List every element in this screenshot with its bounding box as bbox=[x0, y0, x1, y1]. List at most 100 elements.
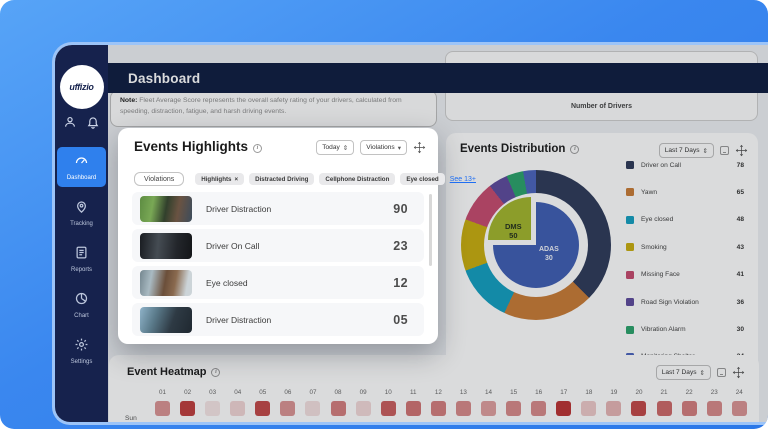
legend-item[interactable]: Smoking43 bbox=[626, 243, 744, 251]
sidebar-item-chart[interactable]: Chart bbox=[57, 285, 106, 325]
scrollbar[interactable] bbox=[429, 194, 432, 266]
heatmap-column: 22 bbox=[682, 389, 697, 416]
heatmap-column: 13 bbox=[456, 389, 471, 416]
heatmap-column: 12 bbox=[431, 389, 446, 416]
move-icon[interactable] bbox=[732, 366, 745, 379]
close-icon[interactable]: × bbox=[234, 176, 238, 183]
highlights-period-value: Today bbox=[322, 144, 340, 151]
gear-icon bbox=[74, 337, 89, 357]
heatmap-column: 24 bbox=[732, 389, 747, 416]
info-icon[interactable] bbox=[211, 368, 220, 377]
heatmap-cell bbox=[732, 401, 747, 416]
heatmap-cell bbox=[506, 401, 521, 416]
heatmap-column-label: 20 bbox=[635, 389, 642, 396]
heatmap-column: 09 bbox=[356, 389, 371, 416]
distribution-period-select[interactable]: Last 7 Days⇕ bbox=[659, 143, 714, 158]
legend-label: Road Sign Violation bbox=[641, 299, 699, 306]
highlights-type-select[interactable]: Violations▾ bbox=[360, 140, 407, 155]
heatmap-cell bbox=[707, 401, 722, 416]
donut-inner-pie[interactable]: DMS50 ADAS30 bbox=[493, 202, 579, 288]
heatmap-cell bbox=[155, 401, 170, 416]
heatmap-column-label: 22 bbox=[686, 389, 693, 396]
minimize-icon[interactable] bbox=[717, 368, 726, 377]
heatmap-cell bbox=[531, 401, 546, 416]
heatmap-column: 18 bbox=[581, 389, 596, 416]
heatmap-column: 07 bbox=[305, 389, 320, 416]
dark-cab-driver-photo bbox=[140, 233, 192, 259]
legend-item[interactable]: Road Sign Violation36 bbox=[626, 298, 744, 306]
heatmap-column-label: 07 bbox=[309, 389, 316, 396]
legend-swatch bbox=[626, 216, 634, 224]
highlights-type-value: Violations bbox=[366, 144, 394, 151]
heatmap-column: 21 bbox=[657, 389, 672, 416]
sidebar-menu: Dashboard Tracking Reports Chart Settings bbox=[55, 145, 108, 377]
heatmap-column-label: 16 bbox=[535, 389, 542, 396]
note-label: Note: bbox=[120, 97, 137, 104]
heatmap-cell bbox=[331, 401, 346, 416]
move-icon[interactable] bbox=[413, 141, 426, 154]
event-highlight-row[interactable]: Driver Distraction90 bbox=[132, 192, 424, 225]
event-highlight-row[interactable]: Driver Distraction05 bbox=[132, 303, 424, 336]
legend-value: 48 bbox=[737, 216, 744, 223]
heatmap-column-label: 09 bbox=[360, 389, 367, 396]
sidebar-item-tracking[interactable]: Tracking bbox=[57, 193, 106, 233]
heatmap-cell bbox=[180, 401, 195, 416]
legend-swatch bbox=[626, 271, 634, 279]
dms-slice[interactable] bbox=[488, 197, 574, 283]
legend-item[interactable]: Eye closed48 bbox=[626, 216, 744, 224]
heatmap-column: 23 bbox=[707, 389, 722, 416]
map-pin-icon bbox=[74, 199, 89, 219]
heatmap-column-label: 02 bbox=[184, 389, 191, 396]
heatmap-cell bbox=[606, 401, 621, 416]
event-highlight-row[interactable]: Driver On Call23 bbox=[132, 229, 424, 262]
events-donut-chart: DMS50 ADAS30 bbox=[458, 167, 614, 323]
updown-arrows-icon: ⇕ bbox=[703, 147, 708, 155]
heatmap-row-label: Sun bbox=[125, 415, 137, 422]
minimize-icon[interactable] bbox=[720, 146, 729, 155]
heatmap-column-label: 13 bbox=[460, 389, 467, 396]
highlights-period-select[interactable]: Today⇕ bbox=[316, 140, 354, 155]
legend-item[interactable]: Driver on Call78 bbox=[626, 161, 744, 169]
events-distribution-title-text: Events Distribution bbox=[460, 143, 565, 155]
sidebar: uffizio Dashboard Tracking Reports Chart Set… bbox=[55, 45, 108, 422]
info-icon[interactable] bbox=[253, 144, 262, 153]
filter-chip[interactable]: Cellphone Distraction bbox=[319, 173, 395, 185]
sidebar-item-settings[interactable]: Settings bbox=[57, 331, 106, 371]
sidebar-item-reports[interactable]: Reports bbox=[57, 239, 106, 279]
legend-item[interactable]: Vibration Alarm30 bbox=[626, 326, 744, 334]
legend-item[interactable]: Yawn65 bbox=[626, 188, 744, 196]
legend-label: Missing Face bbox=[641, 271, 680, 278]
sidebar-item-dashboard[interactable]: Dashboard bbox=[57, 147, 106, 187]
filter-chip[interactable]: Distracted Driving bbox=[249, 173, 314, 185]
heatmap-column-label: 15 bbox=[510, 389, 517, 396]
event-heatmap-title: Event Heatmap bbox=[127, 366, 220, 378]
legend-item[interactable]: Missing Face41 bbox=[626, 271, 744, 279]
legend-swatch bbox=[626, 161, 634, 169]
events-highlights-title-text: Events Highlights bbox=[134, 139, 248, 154]
info-icon[interactable] bbox=[570, 145, 579, 154]
x-axis-label: Number of Drivers bbox=[446, 103, 757, 110]
heatmap-cell bbox=[406, 401, 421, 416]
event-count: 23 bbox=[393, 239, 408, 253]
heatmap-column-label: 19 bbox=[610, 389, 617, 396]
heatmap-column: 02 bbox=[180, 389, 195, 416]
uffizio-logo: uffizio bbox=[60, 65, 104, 109]
bell-icon[interactable] bbox=[86, 115, 100, 129]
violations-filter-chip[interactable]: Violations bbox=[134, 172, 184, 186]
see-more-link[interactable]: See 13+ bbox=[450, 176, 476, 183]
heatmap-cell bbox=[205, 401, 220, 416]
filter-chip[interactable]: Highlights× bbox=[195, 173, 244, 185]
heatmap-column-label: 01 bbox=[159, 389, 166, 396]
report-icon bbox=[74, 245, 89, 265]
event-highlight-row[interactable]: Eye closed12 bbox=[132, 266, 424, 299]
heatmap-period-select[interactable]: Last 7 Days⇕ bbox=[656, 365, 711, 380]
event-name: Driver On Call bbox=[206, 241, 393, 251]
move-icon[interactable] bbox=[735, 144, 748, 157]
filter-chip[interactable]: Eye closed bbox=[400, 173, 444, 185]
heatmap-column: 14 bbox=[481, 389, 496, 416]
user-icon[interactable] bbox=[63, 115, 77, 129]
event-name: Driver Distraction bbox=[206, 204, 393, 214]
event-highlight-list: Driver Distraction90 Driver On Call23 Eye … bbox=[132, 192, 424, 340]
heatmap-column: 16 bbox=[531, 389, 546, 416]
page-title: Dashboard bbox=[128, 71, 200, 86]
